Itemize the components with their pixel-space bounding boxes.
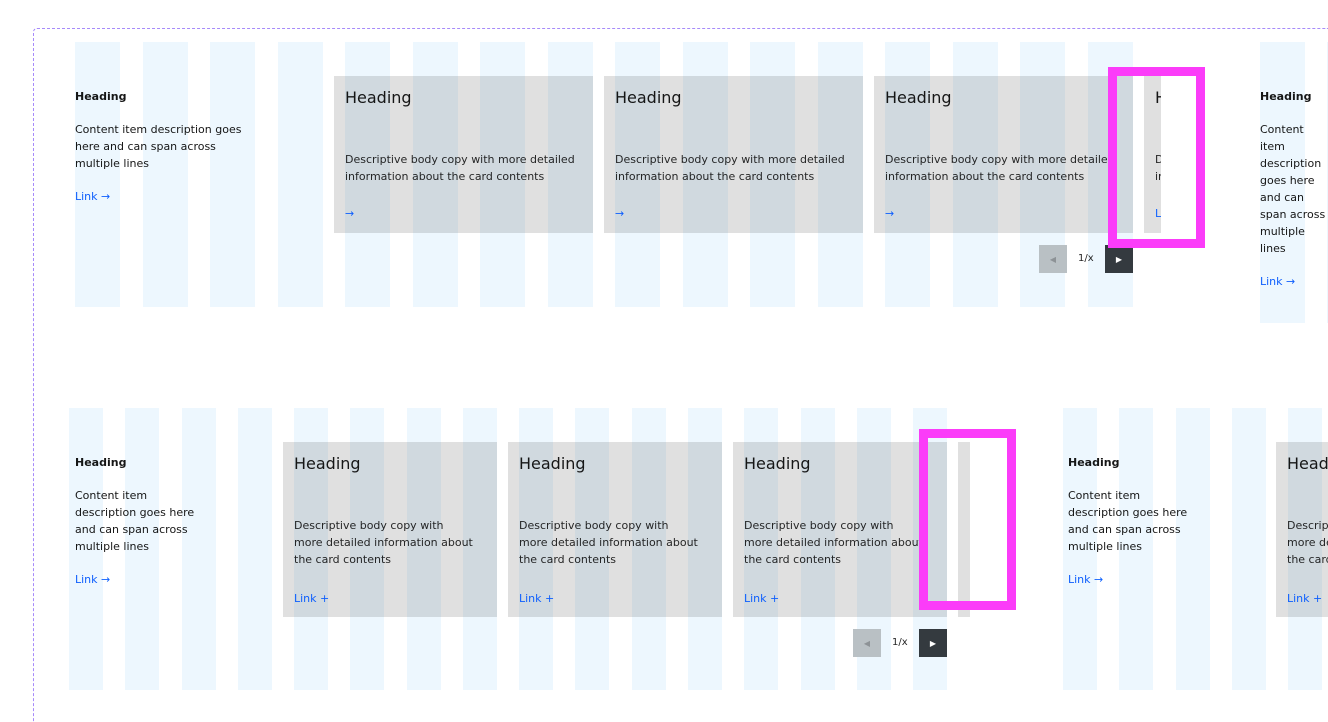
content-item-description: Content item description goes here and c… [1068, 489, 1188, 553]
content-item-link[interactable]: Link → [75, 571, 210, 588]
card-heading: Heading [885, 88, 952, 107]
card-heading: Heading [615, 88, 682, 107]
card-body: Descriptive body copy with more detailed… [345, 153, 575, 183]
card-body: Descriptive body copy with more detailed… [615, 153, 845, 183]
card-heading: Heading [1155, 88, 1161, 107]
card-link[interactable]: → [885, 207, 894, 220]
card[interactable]: Heading Descriptive body copy with more d… [283, 442, 497, 617]
card-link[interactable]: → [615, 207, 624, 220]
content-item: Heading Content item description goes her… [1260, 88, 1328, 290]
card-heading: Heading [294, 454, 361, 473]
previous-button[interactable]: ◀ [1039, 245, 1067, 273]
card[interactable]: Heading Descriptive body copy with more d… [334, 76, 593, 233]
card-heading: Heading [1287, 454, 1328, 473]
card[interactable]: Heading Descriptive body copy with more d… [604, 76, 863, 233]
content-item-heading: Heading [75, 90, 127, 103]
content-item-link[interactable]: Link → [1260, 273, 1328, 290]
card[interactable]: Heading Descriptive body copy with more d… [874, 76, 1133, 233]
page-counter: 1/x [1078, 253, 1094, 264]
card-link[interactable]: Link + [1287, 592, 1322, 605]
card-link[interactable]: Link + [519, 592, 554, 605]
card-body: Descriptive body copy with more detailed… [1155, 153, 1161, 183]
content-item-heading: Heading [1068, 456, 1120, 469]
card[interactable]: Heading Descriptive body copy with more d… [733, 442, 947, 617]
card[interactable]: Heading Descriptive body copy with more d… [508, 442, 722, 617]
card-link[interactable]: → [345, 207, 354, 220]
card-body: Descriptive body copy with more detailed… [294, 519, 473, 566]
content-item-description: Content item description goes here and c… [75, 123, 242, 170]
card[interactable] [958, 442, 970, 617]
card-heading: Heading [345, 88, 412, 107]
card-link[interactable]: Link + [744, 592, 779, 605]
card-link[interactable]: Link + [294, 592, 329, 605]
content-item-heading: Heading [1260, 90, 1312, 103]
card-heading: Heading [519, 454, 586, 473]
card-body: Descriptive body copy with more detailed… [519, 519, 698, 566]
content-item-link[interactable]: Link → [1068, 571, 1203, 588]
card-body: Descriptive body copy with more detailed… [744, 519, 923, 566]
content-item: Heading Content item description goes her… [75, 88, 260, 205]
content-item-link[interactable]: Link → [75, 188, 260, 205]
content-item-description: Content item description goes here and c… [1260, 123, 1326, 255]
card-body: Descriptive body copy with more detailed… [1287, 519, 1328, 566]
card[interactable]: Heading Descriptive body copy with more d… [1144, 76, 1161, 233]
content-item: Heading Content item description goes her… [1068, 454, 1203, 588]
next-button[interactable]: ▶ [919, 629, 947, 657]
card-heading: Heading [744, 454, 811, 473]
content-item-heading: Heading [75, 456, 127, 469]
page-counter: 1/x [892, 637, 908, 648]
content-item-description: Content item description goes here and c… [75, 489, 195, 553]
next-button[interactable]: ▶ [1105, 245, 1133, 273]
card-link[interactable]: Link [1155, 207, 1161, 220]
content-item: Heading Content item description goes her… [75, 454, 210, 588]
previous-button[interactable]: ◀ [853, 629, 881, 657]
card-body: Descriptive body copy with more detailed… [885, 153, 1115, 183]
card[interactable]: Heading Descriptive body copy with more d… [1276, 442, 1328, 617]
